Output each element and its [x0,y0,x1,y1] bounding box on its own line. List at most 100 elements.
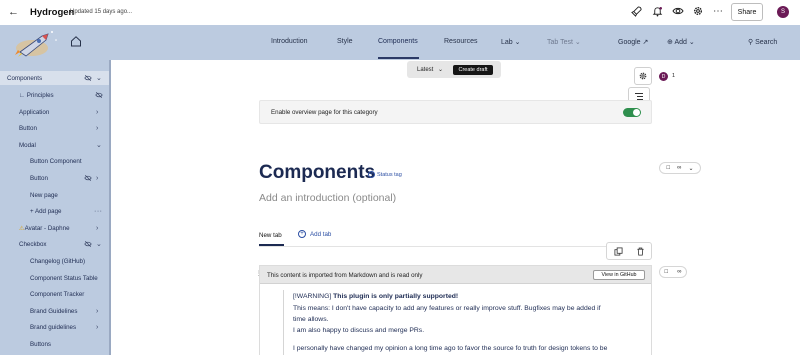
bell-icon[interactable] [651,5,663,17]
add-tab-button[interactable]: + Add tab [298,230,331,238]
chevron-right-icon[interactable]: › [96,308,98,315]
nav-item-lab[interactable]: Lab ⌄ [501,38,521,46]
version-select[interactable]: Latest [417,67,433,73]
import-notice: This content is imported from Markdown a… [267,272,423,279]
chevron-right-icon[interactable]: › [96,225,98,232]
sidebar-item-buttons[interactable]: Buttons [0,337,109,351]
page-settings-button[interactable] [634,67,652,85]
tabs-divider [259,246,652,247]
sidebar-item-label: Changelog (GitHub) [30,257,86,265]
comment-icon[interactable]: □ [667,165,671,171]
overview-toggle[interactable] [623,108,641,117]
tab-new-tab[interactable]: New tab [259,232,282,239]
add-tab-label: Add tab [310,230,332,238]
intro-input[interactable]: Add an introduction (optional) [259,192,396,204]
eye-off-icon[interactable] [95,91,103,99]
sidebar-item-label: Brand Guidelines [30,307,78,315]
nav-item-tab-test[interactable]: Tab Test ⌄ [547,38,581,46]
sidebar-item-changelog[interactable]: Changelog (GitHub) [0,254,109,268]
chevron-down-icon[interactable]: ⌄ [688,165,693,172]
sidebar-item-component-tracker[interactable]: Component Tracker [0,287,109,301]
chevron-right-icon[interactable]: › [96,175,98,182]
eye-off-icon[interactable] [84,240,92,248]
eye-icon[interactable] [672,5,684,17]
status-tag-label: Status tag [377,171,402,178]
sidebar-item-checkbox[interactable]: Checkbox ⌄ [0,237,109,251]
view-in-github-button[interactable]: View in GitHub [593,270,645,280]
home-icon[interactable] [70,35,82,47]
share-button[interactable]: Share [731,3,763,21]
chevron-down-icon[interactable]: ⌄ [96,74,102,82]
chevron-right-icon[interactable]: › [96,324,98,331]
block-side-tools: □ ∞ [659,266,687,278]
sidebar-item-label: Buttons [30,340,51,348]
nav-add-label: Add [674,39,687,46]
sidebar-item-button-sub[interactable]: Button › [0,171,109,185]
sidebar-item-brand-guidelines-2[interactable]: Brand guidelines › [0,320,109,334]
chevron-down-icon: ⌄ [574,39,581,46]
sidebar-item-button-component[interactable]: Button Component [0,154,109,168]
sidebar-item-button[interactable]: Button › [0,121,109,135]
warning-bold-text: This plugin is only partially supported! [333,293,459,300]
markdown-line: This means: I don't have capacity to add… [293,305,601,312]
block-tools [606,242,652,260]
sidebar-item-label: Checkbox [19,240,47,248]
top-bar: ← Hydrogen Updated 15 days ago... ⋯ Shar… [0,0,800,25]
nav-search-label: Search [755,39,778,46]
sidebar-item-label: New page [30,191,58,199]
sidebar-item-component-status-table[interactable]: Component Status Table [0,271,109,285]
collaborator-count: 1 [672,73,676,79]
sidebar-item-label: Brand guidelines [30,323,77,331]
nav-search-button[interactable]: ⚲ Search [748,38,777,46]
chevron-right-icon[interactable]: › [96,125,98,132]
nav-item-components[interactable]: Components [378,38,418,45]
sidebar-item-label: ∟ Principles [19,92,54,99]
eye-off-icon[interactable] [84,174,92,182]
nav-item-google[interactable]: Google ↗ [618,38,648,46]
more-icon[interactable]: ··· [94,208,103,215]
chevron-down-icon[interactable]: ⌄ [96,240,102,248]
more-icon[interactable]: ⋯ [712,5,724,17]
sidebar-add-page-button[interactable]: + Add page ··· [0,204,109,218]
nav-add-button[interactable]: ⊕ Add ⌄ [667,38,695,46]
nav-item-introduction[interactable]: Introduction [271,38,308,45]
rocket-icon[interactable] [630,5,642,17]
create-draft-button[interactable]: Create draft [453,65,493,75]
link-icon[interactable]: ∞ [677,269,681,275]
trash-icon[interactable] [636,247,645,256]
eye-off-icon[interactable] [84,74,92,82]
overview-label: Enable overview page for this category [271,109,378,116]
chevron-down-icon[interactable]: ⌄ [96,141,102,149]
sidebar-item-modal[interactable]: Modal ⌄ [0,138,109,152]
copy-icon[interactable] [613,246,623,256]
sidebar-item-avatar-daphne[interactable]: ⚠Avatar - Daphne › [0,221,109,235]
sidebar-item-brand-guidelines[interactable]: Brand Guidelines › [0,304,109,318]
sidebar-item-application[interactable]: Application › [0,105,109,119]
markdown-line: time allows. [293,316,329,323]
sidebar-item-label: Component Tracker [30,290,85,298]
sidebar-item-label: Button Component [30,157,82,165]
sidebar-item-label: ⚠Avatar - Daphne [19,225,70,232]
app-title: Hydrogen [30,7,75,18]
back-arrow-icon[interactable]: ← [8,6,19,18]
nav-item-style[interactable]: Style [337,38,353,45]
collaborator-avatar[interactable]: D [659,72,668,81]
sidebar-item-label: Components [7,74,43,82]
sidebar-item-label: Modal [19,141,36,149]
rocket-logo-icon[interactable] [12,28,62,58]
search-icon: ⚲ [748,39,754,46]
comment-icon[interactable]: □ [665,269,669,275]
gear-icon[interactable] [692,5,704,17]
sidebar-item-components[interactable]: Components ⌄ [0,71,109,85]
chevron-right-icon[interactable]: › [96,109,98,116]
chevron-down-icon[interactable]: ⌄ [438,66,443,73]
plus-icon: ⊕ [667,39,673,46]
page-title[interactable]: Components [259,162,375,184]
sidebar-item-new-page[interactable]: New page [0,188,109,202]
status-tag-button[interactable]: + Status tag [368,171,402,178]
link-icon[interactable]: ∞ [677,165,681,171]
ruler-icon: ∟ [19,91,26,99]
nav-item-resources[interactable]: Resources [444,38,477,45]
sidebar-item-principles[interactable]: ∟ Principles [0,88,109,102]
user-avatar[interactable]: S [777,6,789,18]
